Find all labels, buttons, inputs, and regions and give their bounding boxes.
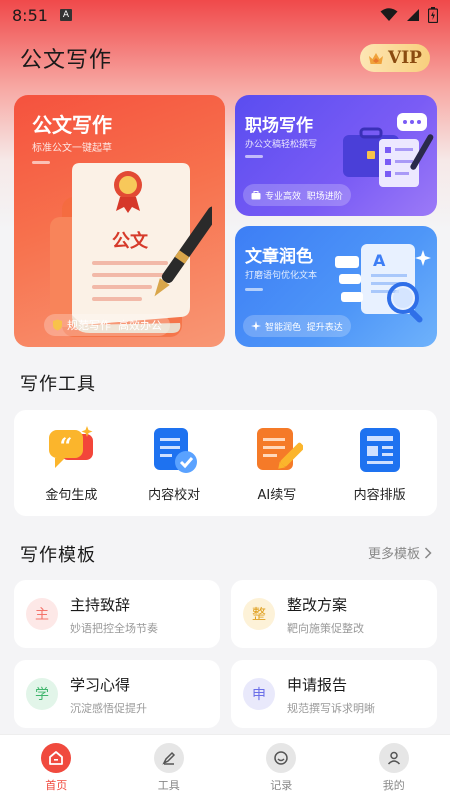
nav-label: 我的 [382, 778, 405, 792]
tags-label: 规范写作 高效办公 [67, 319, 162, 332]
briefcase-icon [251, 190, 261, 199]
svg-text:“: “ [60, 434, 73, 460]
shield-icon [53, 319, 62, 331]
crown-icon [369, 52, 384, 64]
template-card[interactable]: 主 主持致辞 妙语把控全场节奏 [14, 580, 220, 648]
nav-profile[interactable]: 我的 [354, 742, 434, 793]
tools-grid: “ 金句生成 内容校对 AI续写 内容排版 [14, 410, 437, 516]
card-title: 职场写作 [245, 116, 313, 136]
card-subtitle: 办公文稿轻松撰写 [245, 140, 318, 150]
template-title: 主持致辞 [70, 596, 131, 614]
template-badge: 学 [26, 678, 58, 710]
nav-label: 首页 [45, 778, 68, 792]
status-bar: 8:51 A [0, 0, 450, 30]
status-indicators [380, 7, 438, 23]
briefcase-illustration [343, 113, 434, 187]
document-check-icon [154, 427, 198, 473]
notification-icon: A [59, 9, 72, 21]
card-divider [245, 288, 263, 291]
tools-section-title: 写作工具 [20, 374, 96, 395]
signal-icon [407, 9, 419, 21]
template-title: 申请报告 [287, 676, 348, 694]
template-card[interactable]: 整 整改方案 靶向施策促整改 [231, 580, 437, 648]
card-title: 文章润色 [245, 247, 313, 267]
template-subtitle: 规范撰写诉求明晰 [287, 702, 375, 715]
battery-icon [428, 7, 438, 23]
tool-golden-sentence[interactable]: “ 金句生成 [21, 424, 121, 503]
vip-button[interactable]: VIP [360, 44, 430, 72]
sparkle-icon [251, 321, 261, 331]
quote-bubble-icon: “ [49, 425, 94, 468]
official-tags: 规范写作 高效办公 [44, 314, 170, 336]
tool-label: AI续写 [257, 487, 297, 503]
chevron-right-icon [424, 546, 432, 559]
polish-document-illustration: A [335, 244, 431, 323]
template-title: 整改方案 [287, 596, 348, 614]
document-layout-icon [359, 427, 400, 472]
vip-label: VIP [388, 48, 422, 68]
template-card[interactable]: 申 申请报告 规范撰写诉求明晰 [231, 660, 437, 728]
card-subtitle: 打磨语句优化文本 [245, 271, 318, 281]
tool-proofread[interactable]: 内容校对 [124, 424, 224, 503]
nav-records[interactable]: 记录 [241, 742, 321, 793]
nav-tools[interactable]: 工具 [129, 742, 209, 793]
tool-layout[interactable]: 内容排版 [330, 424, 430, 503]
bottom-navigation: 首页 工具 记录 我的 [0, 734, 450, 800]
wifi-icon [380, 8, 398, 21]
card-subtitle: 标准公文一键起草 [32, 143, 112, 154]
document-label: 公文 [112, 230, 149, 252]
more-label: 更多模板 [367, 547, 420, 562]
card-title: 公文写作 [32, 113, 112, 137]
page-title: 公文写作 [20, 48, 113, 73]
nav-label: 工具 [157, 778, 180, 792]
official-writing-card[interactable]: 公文写作 标准公文一键起草 公文 规范写作 高效办公 [14, 95, 225, 347]
tools-icon [153, 742, 184, 773]
status-time: 8:51 [12, 5, 48, 25]
document-pen-icon [256, 427, 303, 470]
template-card[interactable]: 学 学习心得 沉淀感悟促提升 [14, 660, 220, 728]
app-header: 公文写作 VIP [0, 40, 450, 76]
card-divider [245, 155, 263, 158]
template-subtitle: 沉淀感悟促提升 [70, 702, 147, 715]
workplace-tags: 专业高效 职场进阶 [243, 184, 351, 206]
template-title: 学习心得 [70, 676, 131, 694]
template-badge: 整 [243, 598, 275, 630]
template-subtitle: 靶向施策促整改 [287, 622, 364, 635]
tags-label: 智能润色 提升表达 [265, 322, 343, 333]
records-icon [266, 742, 297, 773]
tool-label: 金句生成 [45, 487, 98, 503]
tool-ai-continue[interactable]: AI续写 [227, 424, 327, 503]
more-templates-link[interactable]: 更多模板 [368, 543, 432, 562]
profile-icon [378, 742, 409, 773]
template-subtitle: 妙语把控全场节奏 [70, 622, 158, 635]
template-badge: 申 [243, 678, 275, 710]
tool-label: 内容排版 [353, 487, 406, 503]
svg-text:A: A [373, 251, 386, 270]
tags-label: 专业高效 职场进阶 [265, 191, 343, 202]
polish-tags: 智能润色 提升表达 [243, 315, 351, 337]
home-icon [41, 742, 72, 773]
nav-label: 记录 [270, 778, 293, 792]
nav-home[interactable]: 首页 [16, 742, 96, 793]
workplace-writing-card[interactable]: 职场写作 办公文稿轻松撰写 专业高效 职场进阶 [235, 95, 437, 216]
template-badge: 主 [26, 598, 58, 630]
tool-label: 内容校对 [148, 487, 201, 503]
article-polish-card[interactable]: 文章润色 打磨语句优化文本 A 智能润色 提升表达 [235, 226, 437, 347]
templates-section-title: 写作模板 [20, 545, 96, 566]
